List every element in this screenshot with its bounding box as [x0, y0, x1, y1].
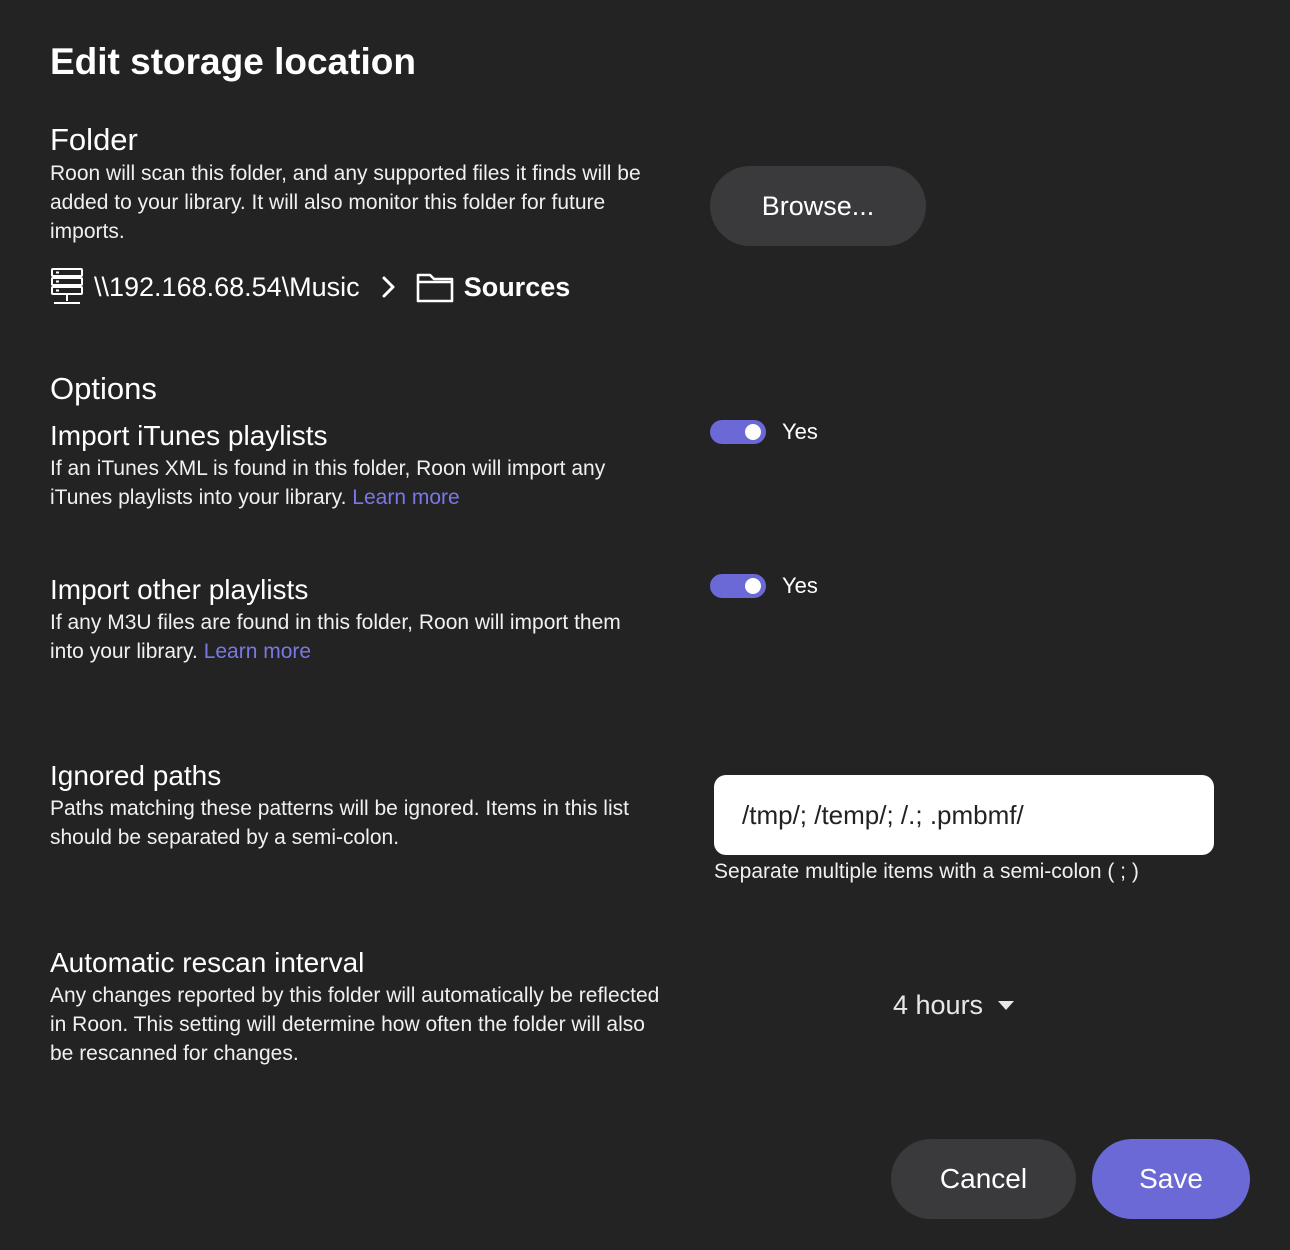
folder-icon	[416, 273, 453, 303]
itunes-learn-more-link[interactable]: Learn more	[352, 486, 459, 509]
ignored-paths-hint: Separate multiple items with a semi-colo…	[714, 860, 1139, 883]
path-current: Sources	[463, 271, 571, 302]
save-button[interactable]: Save	[1092, 1139, 1250, 1219]
folder-path-breadcrumb: \\192.168.68.54\Music Sources	[50, 264, 570, 310]
itunes-playlists-title: Import iTunes playlists	[50, 420, 328, 451]
caret-down-icon	[998, 1001, 1015, 1010]
browse-button[interactable]: Browse...	[710, 166, 926, 246]
rescan-interval-description: Any changes reported by this folder will…	[50, 984, 660, 1065]
ignored-paths-title: Ignored paths	[50, 760, 222, 791]
dialog-title: Edit storage location	[50, 41, 416, 82]
toggle-knob	[745, 578, 761, 594]
rescan-interval-dropdown[interactable]: 4 hours	[893, 984, 1015, 1026]
path-root[interactable]: \\192.168.68.54\Music	[94, 272, 360, 303]
rescan-interval-value: 4 hours	[893, 989, 984, 1020]
other-learn-more-link[interactable]: Learn more	[204, 640, 311, 663]
ignored-paths-input[interactable]	[714, 775, 1214, 855]
itunes-playlists-description: If an iTunes XML is found in this folder…	[50, 457, 606, 509]
options-heading: Options	[50, 371, 157, 406]
other-playlists-description: If any M3U files are found in this folde…	[50, 611, 621, 663]
cancel-button[interactable]: Cancel	[891, 1139, 1076, 1219]
toggle-knob	[745, 424, 761, 440]
folder-heading: Folder	[50, 122, 138, 157]
ignored-paths-description: Paths matching these patterns will be ig…	[50, 797, 629, 849]
other-playlists-title: Import other playlists	[50, 574, 309, 605]
folder-description: Roon will scan this folder, and any supp…	[50, 162, 641, 243]
other-playlists-state: Yes	[782, 573, 818, 598]
itunes-playlists-state: Yes	[782, 419, 818, 444]
server-icon	[51, 268, 83, 304]
chevron-right-icon	[382, 276, 395, 298]
other-playlists-toggle[interactable]	[710, 574, 766, 598]
itunes-playlists-toggle[interactable]	[710, 420, 766, 444]
rescan-interval-title: Automatic rescan interval	[50, 947, 365, 978]
